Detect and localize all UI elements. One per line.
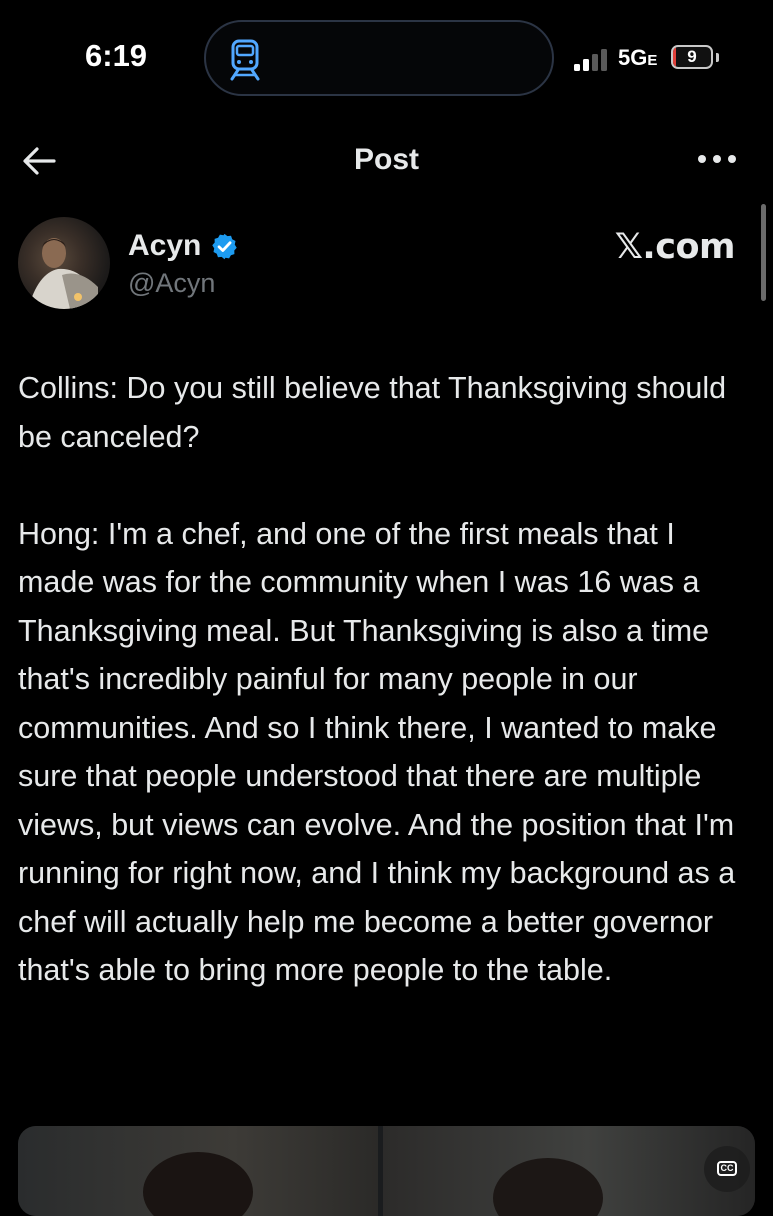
author-name[interactable]: Acyn — [128, 229, 201, 263]
signal-bar — [592, 54, 598, 71]
captions-button[interactable]: CC — [704, 1146, 750, 1192]
author-handle[interactable]: @Acyn — [128, 268, 215, 299]
avatar[interactable] — [18, 217, 110, 309]
source-label: 𝕏.com — [614, 227, 736, 267]
video-thumbnail[interactable]: CC — [18, 1126, 755, 1216]
post-paragraph: Collins: Do you still believe that Thank… — [18, 371, 727, 454]
avatar-image — [28, 238, 100, 309]
battery-label: 9 — [687, 47, 697, 66]
battery-icon: 9 — [671, 45, 713, 69]
nav-bar: Post — [0, 124, 773, 194]
signal-icon — [574, 49, 607, 71]
verified-icon — [212, 233, 237, 260]
post-paragraph: Hong: I'm a chef, and one of the first m… — [18, 516, 736, 988]
status-time: 6:19 — [85, 38, 148, 73]
post-body: Collins: Do you still believe that Thank… — [18, 364, 758, 995]
cc-icon: CC — [717, 1161, 737, 1176]
signal-bar — [601, 49, 607, 71]
tram-icon — [230, 39, 260, 81]
signal-bar — [583, 59, 589, 71]
author-header: Acyn @Acyn 𝕏.com — [0, 210, 773, 320]
page-title: Post — [353, 143, 419, 176]
dynamic-island[interactable] — [204, 20, 554, 96]
battery-tip — [716, 53, 719, 62]
more-button[interactable] — [690, 144, 745, 174]
network-label: 5GE — [618, 45, 658, 70]
status-bar: 6:19 5GE 9 — [0, 0, 773, 120]
signal-bar — [574, 64, 580, 71]
